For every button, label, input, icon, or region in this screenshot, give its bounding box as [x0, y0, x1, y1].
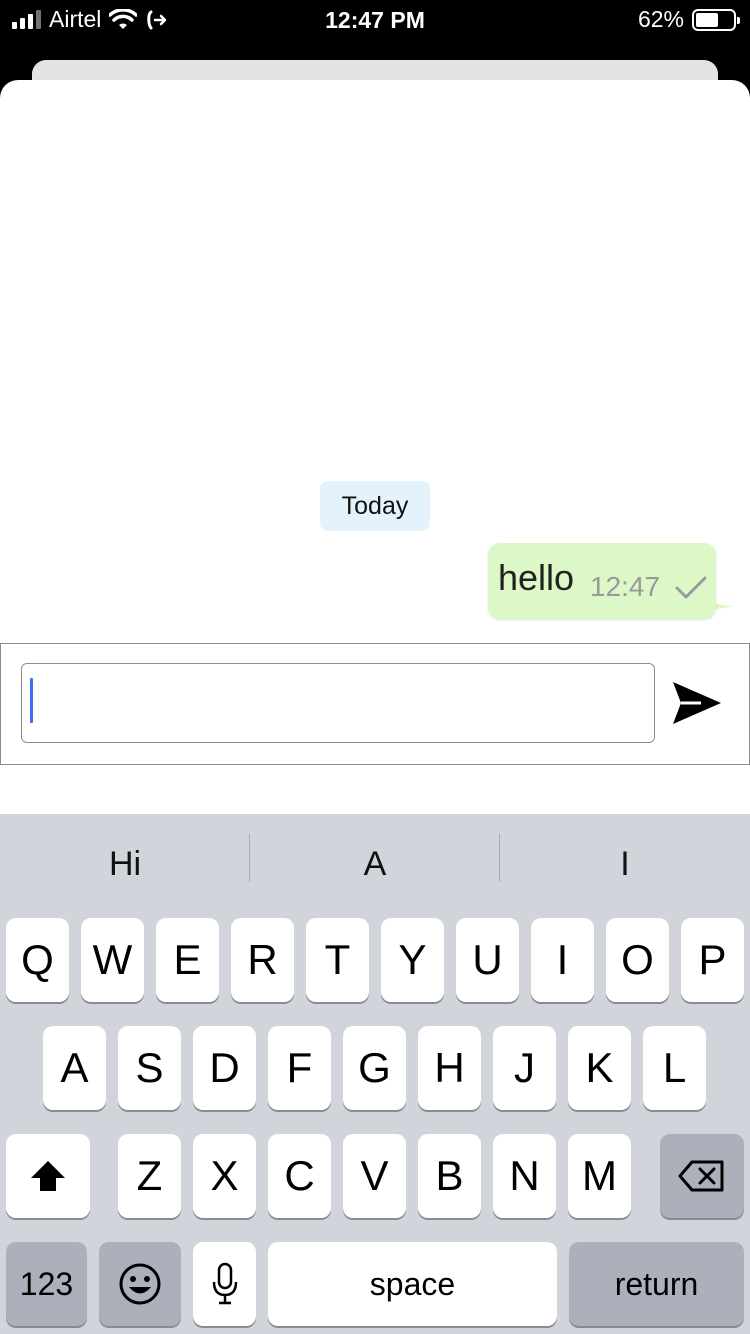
suggestion-3[interactable]: I	[500, 834, 750, 894]
key-q[interactable]: Q	[6, 918, 69, 1002]
suggestion-bar: Hi A I	[0, 814, 750, 914]
key-c[interactable]: C	[268, 1134, 331, 1218]
key-e[interactable]: E	[156, 918, 219, 1002]
microphone-icon	[212, 1262, 237, 1305]
key-x[interactable]: X	[193, 1134, 256, 1218]
key-o[interactable]: O	[606, 918, 669, 1002]
key-m[interactable]: M	[568, 1134, 631, 1218]
key-p[interactable]: P	[681, 918, 744, 1002]
shift-icon	[31, 1161, 65, 1191]
key-h[interactable]: H	[418, 1026, 481, 1110]
key-z[interactable]: Z	[118, 1134, 181, 1218]
key-k[interactable]: K	[568, 1026, 631, 1110]
key-y[interactable]: Y	[381, 918, 444, 1002]
composer-bar	[0, 643, 750, 765]
battery-fill	[696, 12, 718, 27]
send-icon[interactable]	[671, 680, 723, 726]
numbers-key[interactable]: 123	[6, 1242, 87, 1326]
key-t[interactable]: T	[306, 918, 369, 1002]
message-input[interactable]	[21, 663, 655, 743]
date-separator: Today	[320, 481, 430, 531]
key-g[interactable]: G	[343, 1026, 406, 1110]
return-key[interactable]: return	[569, 1242, 744, 1326]
key-n[interactable]: N	[493, 1134, 556, 1218]
message-time: 12:47	[590, 571, 661, 602]
backspace-key[interactable]	[660, 1134, 744, 1218]
chat-screen: Airtel 12:47 PM 62% Today hello 12:47 Hi…	[0, 0, 750, 1334]
key-f[interactable]: F	[268, 1026, 331, 1110]
dictation-key[interactable]	[193, 1242, 256, 1326]
shift-key[interactable]	[6, 1134, 90, 1218]
emoji-key[interactable]	[99, 1242, 181, 1326]
battery-icon	[692, 8, 740, 31]
key-w[interactable]: W	[81, 918, 144, 1002]
key-b[interactable]: B	[418, 1134, 481, 1218]
battery-tip	[737, 16, 740, 24]
status-right: 62%	[637, 6, 740, 33]
message-text: hello	[498, 557, 575, 598]
status-bar: Airtel 12:47 PM 62%	[0, 0, 750, 40]
sent-check-icon	[675, 576, 707, 599]
key-v[interactable]: V	[343, 1134, 406, 1218]
message-bubble-outgoing[interactable]: hello 12:47	[488, 543, 716, 619]
key-l[interactable]: L	[643, 1026, 706, 1110]
suggestion-1[interactable]: Hi	[0, 834, 250, 894]
key-u[interactable]: U	[456, 918, 519, 1002]
battery-percent: 62%	[637, 6, 684, 32]
text-caret	[30, 678, 33, 723]
key-j[interactable]: J	[493, 1026, 556, 1110]
keyboard: Hi A I Q W E R T Y U I O P A S D F G H J…	[0, 814, 750, 1334]
emoji-icon	[119, 1263, 161, 1305]
key-i[interactable]: I	[531, 918, 594, 1002]
space-key[interactable]: space	[268, 1242, 557, 1326]
suggestion-2[interactable]: A	[250, 834, 500, 894]
key-r[interactable]: R	[231, 918, 294, 1002]
key-s[interactable]: S	[118, 1026, 181, 1110]
key-d[interactable]: D	[193, 1026, 256, 1110]
key-a[interactable]: A	[43, 1026, 106, 1110]
backspace-icon	[678, 1160, 724, 1192]
